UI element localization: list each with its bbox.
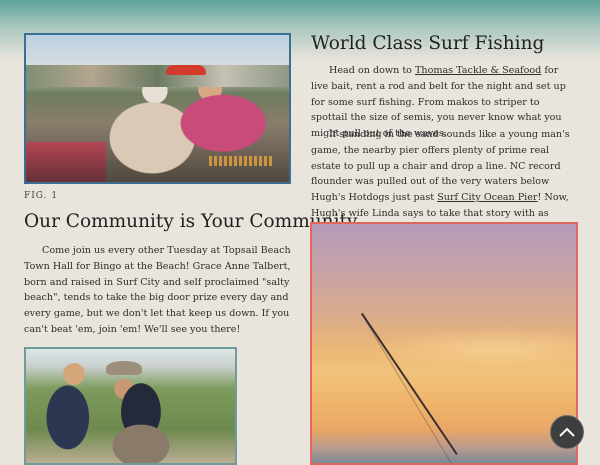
surf-fishing-heading: World Class Surf Fishing — [311, 33, 545, 54]
community-heading: Our Community is Your Community — [24, 211, 358, 232]
lawn-chairs — [26, 142, 106, 182]
fishing-line — [361, 313, 455, 463]
fishing-rod — [361, 312, 458, 455]
photo-date-stamp — [209, 156, 273, 166]
sunset-fishing-photo — [310, 222, 578, 465]
figure-caption: FIG. 1 — [24, 191, 59, 201]
surf-p1-lead: Head on down to — [329, 65, 415, 76]
scroll-to-top-button[interactable] — [550, 415, 584, 449]
community-paragraph: Come join us every other Tuesday at Tops… — [24, 245, 291, 335]
turtle-rescue-photo — [24, 347, 237, 465]
chevron-up-icon — [559, 427, 575, 437]
red-visor — [166, 65, 206, 75]
bingo-crowd-photo — [24, 33, 291, 184]
bucket-hat — [106, 361, 142, 375]
ocean-pier-link[interactable]: Surf City Ocean Pier — [437, 192, 537, 203]
thomas-tackle-link[interactable]: Thomas Tackle & Seafood — [415, 65, 541, 76]
